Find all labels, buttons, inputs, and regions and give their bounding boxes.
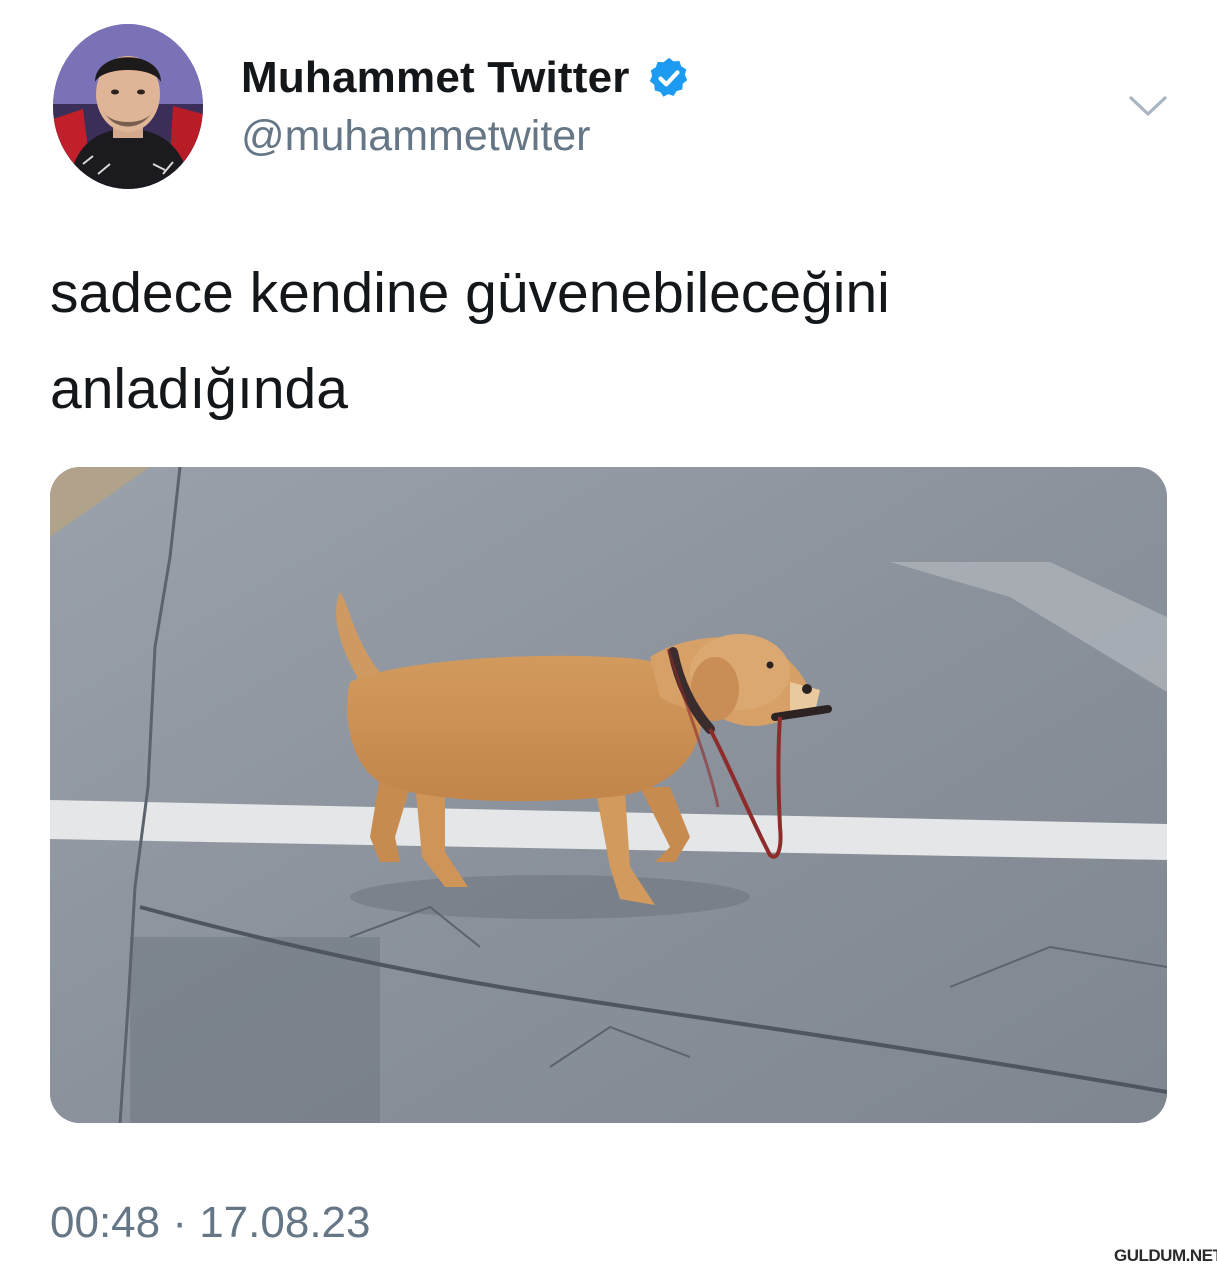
author-handle[interactable]: @muhammetwiter — [241, 112, 591, 161]
verified-badge-icon — [646, 55, 692, 101]
tweet-text: sadece kendine güvenebileceğini anladığı… — [50, 261, 890, 421]
photo-dog-carrying-leash-icon — [50, 467, 1167, 1123]
tweet-media[interactable] — [50, 467, 1167, 1123]
avatar-photo-icon — [53, 24, 203, 189]
author-display-name[interactable]: Muhammet Twitter — [241, 53, 630, 103]
watermark-logo: GULDUM.NET — [1114, 1246, 1217, 1265]
author-name-row[interactable]: Muhammet Twitter — [241, 50, 692, 106]
author-avatar[interactable] — [53, 24, 203, 189]
tweet-timestamp[interactable]: 00:48 · 17.08.23 — [50, 1198, 370, 1248]
chevron-down-icon — [1129, 96, 1167, 116]
tweet-menu-button[interactable] — [1128, 94, 1168, 118]
